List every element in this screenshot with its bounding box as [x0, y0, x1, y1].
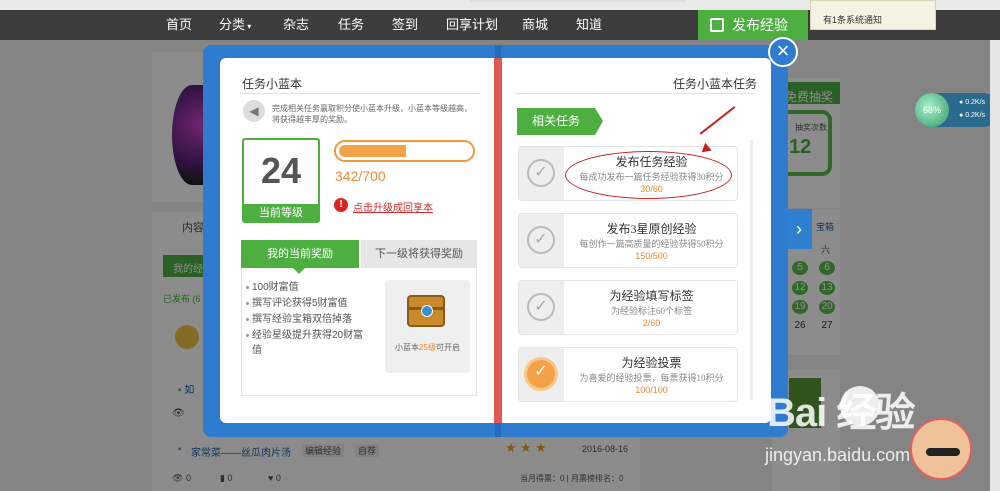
upload-speed: ● 0.2K/s [959, 99, 986, 106]
task-icon-box: ✓ [519, 348, 564, 401]
download-speed: ● 0.2K/s [959, 112, 986, 119]
reward-item: 撰写经验宝箱双倍掉落 [246, 312, 372, 327]
annotation-ellipse [565, 151, 732, 199]
publish-label: 发布经验 [732, 17, 788, 33]
related-tasks-ribbon: 相关任务 [517, 108, 603, 135]
task-list-scrollbar[interactable] [750, 140, 753, 400]
chevron-right-icon: › [796, 219, 802, 239]
divider [515, 93, 755, 94]
task-icon-box: ✓ [519, 281, 564, 334]
tab-next-rewards[interactable]: 下一级将获得奖励 [361, 240, 477, 268]
task-progress: 2/60 [642, 318, 661, 328]
chest-text: 小蓝本25级可开启 [385, 342, 470, 353]
nav-zhidao[interactable]: 知道 [576, 10, 602, 40]
publish-experience-button[interactable]: 发布经验 [698, 10, 808, 40]
chest-prefix: 小蓝本 [395, 343, 420, 352]
task-progress: 100/100 [635, 385, 668, 395]
intro-text: 完成相关任务赢取积分使小蓝本升级，小蓝本等级越高，将获得越丰厚的奖励。 [272, 104, 472, 124]
task-desc: 为喜爱的经验投票，每票获得10积分 [579, 373, 724, 383]
xp-progress-fill [339, 145, 407, 157]
speaker-icon: ◀ [243, 100, 265, 122]
task-item[interactable]: ✓ 为经验填写标签 为经验标注60个标签 2/60 [518, 280, 738, 335]
upload-speed-value: 0.2K/s [965, 99, 986, 106]
nav-signin[interactable]: 签到 [392, 10, 418, 40]
pen-icon [710, 18, 724, 32]
nav-task[interactable]: 任务 [338, 10, 364, 40]
task-icon-box: ✓ [519, 214, 564, 267]
task-name: 为经验填写标签 [609, 289, 694, 303]
task-icon-box: ✓ [519, 147, 564, 200]
task-desc: 为经验标注60个标签 [610, 306, 692, 316]
nav-magazine[interactable]: 杂志 [283, 10, 309, 40]
level-label: 当前等级 [244, 202, 318, 221]
treasure-chest-icon [407, 295, 445, 327]
checkmark-icon: ✓ [527, 360, 555, 388]
warning-icon: ! [334, 198, 348, 212]
bookmark-ribbon [494, 58, 502, 423]
search-bar-edge [470, 0, 685, 2]
tab-current-rewards[interactable]: 我的当前奖励 [241, 240, 359, 274]
divider [240, 93, 480, 94]
left-page-title: 任务小蓝本 [242, 77, 303, 91]
task-desc: 每创作一篇高质量的经验获得50积分 [579, 239, 724, 249]
download-speed-value: 0.2K/s [965, 112, 986, 119]
nav-share-plan[interactable]: 回享计划 [446, 10, 498, 40]
watermark-url: jingyan.baidu.com [765, 445, 911, 465]
upgrade-link[interactable]: 点击升级成回享本 [353, 199, 433, 214]
task-progress: 150/500 [635, 251, 668, 261]
nav-home[interactable]: 首页 [166, 10, 192, 40]
rewards-panel: 100财富值 撰写评论获得5财富值 撰写经验宝箱双倍掉落 经验星级提升获得20财… [241, 268, 477, 396]
chest-level: 25级 [419, 343, 436, 352]
level-box: 24 当前等级 [242, 138, 320, 223]
page-scrollbar[interactable] [990, 40, 1000, 491]
checkmark-icon: ✓ [527, 159, 555, 187]
task-item[interactable]: ✓ 为经验投票 为喜爱的经验投票，每票获得10积分 100/100 [518, 347, 738, 402]
notification-popup[interactable]: 有1条系统通知 [810, 0, 936, 30]
chevron-down-icon: ▾ [245, 22, 252, 31]
notification-text: 有1条系统通知 [823, 15, 883, 25]
checkmark-icon: ✓ [527, 226, 555, 254]
reward-item: 100财富值 [246, 280, 372, 295]
chest-box: 小蓝本25级可开启 [385, 280, 470, 373]
close-icon: × [776, 38, 790, 63]
nav-mall[interactable]: 商城 [522, 10, 548, 40]
nav-category[interactable]: 分类 ▾ [219, 10, 251, 40]
task-name: 为经验投票 [621, 356, 682, 370]
level-number: 24 [260, 150, 302, 191]
watermark-brand: Bai 经验 [767, 391, 915, 435]
mascot-avatar [910, 418, 972, 480]
xp-text: 342/700 [335, 168, 386, 184]
close-button[interactable]: × [768, 37, 798, 67]
nav-category-label: 分类 [219, 17, 246, 32]
next-arrow-button[interactable]: › [786, 209, 812, 249]
chest-suffix: 可开启 [435, 343, 460, 352]
speed-ball: 68% [915, 93, 949, 127]
reward-item: 经验星级提升获得20财富值 [246, 328, 372, 358]
task-item[interactable]: ✓ 发布3星原创经验 每创作一篇高质量的经验获得50积分 150/500 [518, 213, 738, 268]
task-name: 发布3星原创经验 [606, 222, 697, 236]
reward-item: 撰写评论获得5财富值 [246, 296, 372, 311]
xp-progress-bar [334, 140, 475, 162]
network-speed-widget[interactable]: 68% ● 0.2K/s ● 0.2K/s [915, 93, 1000, 127]
right-page-title: 任务小蓝本任务 [673, 77, 758, 91]
checkmark-icon: ✓ [527, 293, 555, 321]
